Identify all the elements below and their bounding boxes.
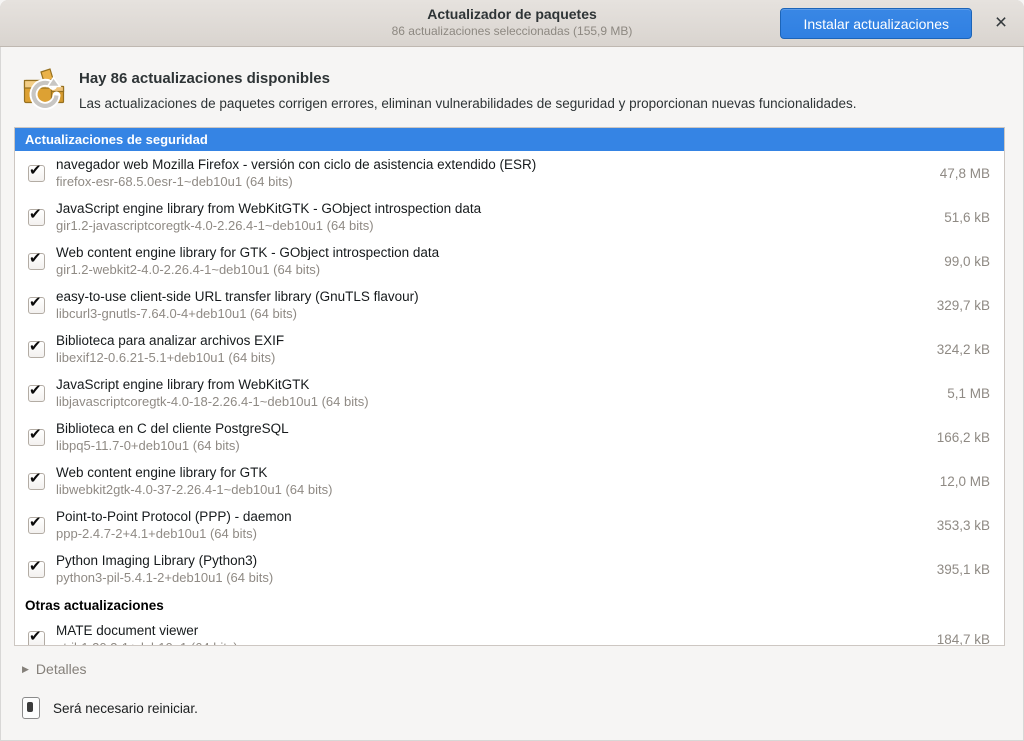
update-summary: Web content engine library for GTK - GOb…: [56, 244, 932, 262]
update-package-version: atril-1.20.3-1+deb10u1 (64 bits): [56, 639, 925, 646]
update-checkbox[interactable]: ✔: [28, 385, 45, 402]
update-row-text: JavaScript engine library from WebKitGTK…: [56, 376, 935, 411]
checkmark-icon: ✔: [29, 205, 42, 223]
intro-text: Hay 86 actualizaciones disponibles Las a…: [79, 65, 857, 112]
update-row[interactable]: ✔ Biblioteca para analizar archivos EXIF…: [15, 327, 1004, 371]
intro-section: Hay 86 actualizaciones disponibles Las a…: [0, 47, 1024, 127]
software-update-icon: [20, 65, 68, 113]
update-package-version: gir1.2-webkit2-4.0-2.26.4-1~deb10u1 (64 …: [56, 261, 932, 278]
update-summary: Biblioteca en C del cliente PostgreSQL: [56, 420, 925, 438]
checkmark-icon: ✔: [29, 627, 42, 645]
checkmark-icon: ✔: [29, 337, 42, 355]
update-row-text: easy-to-use client-side URL transfer lib…: [56, 288, 925, 323]
update-summary: JavaScript engine library from WebKitGTK…: [56, 200, 932, 218]
package-updater-window: Actualizador de paquetes 86 actualizacio…: [0, 0, 1024, 741]
update-row-text: Web content engine library for GTK libwe…: [56, 464, 928, 499]
update-summary: navegador web Mozilla Firefox - versión …: [56, 156, 928, 174]
update-package-version: libwebkit2gtk-4.0-37-2.26.4-1~deb10u1 (6…: [56, 481, 928, 498]
update-size: 166,2 kB: [937, 430, 990, 445]
update-summary: Python Imaging Library (Python3): [56, 552, 925, 570]
update-row-text: Biblioteca en C del cliente PostgreSQL l…: [56, 420, 925, 455]
update-row[interactable]: ✔ JavaScript engine library from WebKitG…: [15, 195, 1004, 239]
update-row[interactable]: ✔ navegador web Mozilla Firefox - versió…: [15, 151, 1004, 195]
updates-description: Las actualizaciones de paquetes corrigen…: [79, 95, 857, 112]
update-checkbox[interactable]: ✔: [28, 341, 45, 358]
update-size: 184,7 kB: [937, 632, 990, 647]
update-size: 353,3 kB: [937, 518, 990, 533]
update-checkbox[interactable]: ✔: [28, 631, 45, 647]
update-package-version: python3-pil-5.4.1-2+deb10u1 (64 bits): [56, 569, 925, 586]
update-size: 47,8 MB: [940, 166, 990, 181]
update-size: 51,6 kB: [944, 210, 990, 225]
checkmark-icon: ✔: [29, 469, 42, 487]
update-row-text: Web content engine library for GTK - GOb…: [56, 244, 932, 279]
restart-required-icon: [22, 697, 40, 719]
update-list[interactable]: Actualizaciones de seguridad ✔ navegador…: [14, 127, 1005, 646]
checkmark-icon: ✔: [29, 381, 42, 399]
update-size: 324,2 kB: [937, 342, 990, 357]
update-package-version: libexif12-0.6.21-5.1+deb10u1 (64 bits): [56, 349, 925, 366]
update-checkbox[interactable]: ✔: [28, 253, 45, 270]
update-row[interactable]: ✔ Web content engine library for GTK lib…: [15, 459, 1004, 503]
update-row-text: MATE document viewer atril-1.20.3-1+deb1…: [56, 622, 925, 646]
update-row-text: Biblioteca para analizar archivos EXIF l…: [56, 332, 925, 367]
update-checkbox[interactable]: ✔: [28, 473, 45, 490]
checkmark-icon: ✔: [29, 293, 42, 311]
update-summary: JavaScript engine library from WebKitGTK: [56, 376, 935, 394]
update-package-version: firefox-esr-68.5.0esr-1~deb10u1 (64 bits…: [56, 173, 928, 190]
checkmark-icon: ✔: [29, 557, 42, 575]
update-summary: Biblioteca para analizar archivos EXIF: [56, 332, 925, 350]
update-size: 99,0 kB: [944, 254, 990, 269]
update-row[interactable]: ✔ Web content engine library for GTK - G…: [15, 239, 1004, 283]
details-label: Detalles: [36, 661, 87, 677]
update-row[interactable]: ✔ JavaScript engine library from WebKitG…: [15, 371, 1004, 415]
update-row[interactable]: ✔ easy-to-use client-side URL transfer l…: [15, 283, 1004, 327]
restart-message: Será necesario reiniciar.: [53, 701, 198, 716]
update-size: 329,7 kB: [937, 298, 990, 313]
update-row[interactable]: ✔ Point-to-Point Protocol (PPP) - daemon…: [15, 503, 1004, 547]
close-icon[interactable]: ×: [984, 7, 1018, 39]
section-header: Otras actualizaciones: [15, 591, 1004, 617]
checkmark-icon: ✔: [29, 161, 42, 179]
update-size: 395,1 kB: [937, 562, 990, 577]
update-checkbox[interactable]: ✔: [28, 165, 45, 182]
checkmark-icon: ✔: [29, 425, 42, 443]
update-size: 12,0 MB: [940, 474, 990, 489]
restart-note: Será necesario reiniciar.: [22, 697, 1024, 719]
update-row[interactable]: ✔ MATE document viewer atril-1.20.3-1+de…: [15, 617, 1004, 646]
update-checkbox[interactable]: ✔: [28, 297, 45, 314]
updates-available-heading: Hay 86 actualizaciones disponibles: [79, 69, 857, 89]
update-size: 5,1 MB: [947, 386, 990, 401]
update-checkbox[interactable]: ✔: [28, 209, 45, 226]
update-row-text: Point-to-Point Protocol (PPP) - daemon p…: [56, 508, 925, 543]
checkmark-icon: ✔: [29, 249, 42, 267]
checkmark-icon: ✔: [29, 513, 42, 531]
update-summary: MATE document viewer: [56, 622, 925, 640]
content-area: Hay 86 actualizaciones disponibles Las a…: [0, 47, 1024, 719]
update-row-text: navegador web Mozilla Firefox - versión …: [56, 156, 928, 191]
update-package-version: libcurl3-gnutls-7.64.0-4+deb10u1 (64 bit…: [56, 305, 925, 322]
section-header-label: Actualizaciones de seguridad: [25, 132, 208, 147]
update-row[interactable]: ✔ Python Imaging Library (Python3) pytho…: [15, 547, 1004, 591]
update-package-version: libjavascriptcoregtk-4.0-18-2.26.4-1~deb…: [56, 393, 935, 410]
update-checkbox[interactable]: ✔: [28, 429, 45, 446]
update-package-version: ppp-2.4.7-2+4.1+deb10u1 (64 bits): [56, 525, 925, 542]
install-updates-button[interactable]: Instalar actualizaciones: [780, 8, 972, 39]
headerbar: Actualizador de paquetes 86 actualizacio…: [0, 0, 1024, 47]
update-checkbox[interactable]: ✔: [28, 561, 45, 578]
update-checkbox[interactable]: ✔: [28, 517, 45, 534]
details-expander[interactable]: ▶ Detalles: [22, 661, 1024, 677]
update-row-text: Python Imaging Library (Python3) python3…: [56, 552, 925, 587]
expander-arrow-icon: ▶: [22, 664, 29, 675]
update-summary: Web content engine library for GTK: [56, 464, 928, 482]
update-row[interactable]: ✔ Biblioteca en C del cliente PostgreSQL…: [15, 415, 1004, 459]
update-summary: easy-to-use client-side URL transfer lib…: [56, 288, 925, 306]
update-package-version: gir1.2-javascriptcoregtk-4.0-2.26.4-1~de…: [56, 217, 932, 234]
update-row-text: JavaScript engine library from WebKitGTK…: [56, 200, 932, 235]
update-summary: Point-to-Point Protocol (PPP) - daemon: [56, 508, 925, 526]
section-header-label: Otras actualizaciones: [25, 598, 164, 613]
section-header: Actualizaciones de seguridad: [15, 128, 1004, 151]
update-package-version: libpq5-11.7-0+deb10u1 (64 bits): [56, 437, 925, 454]
